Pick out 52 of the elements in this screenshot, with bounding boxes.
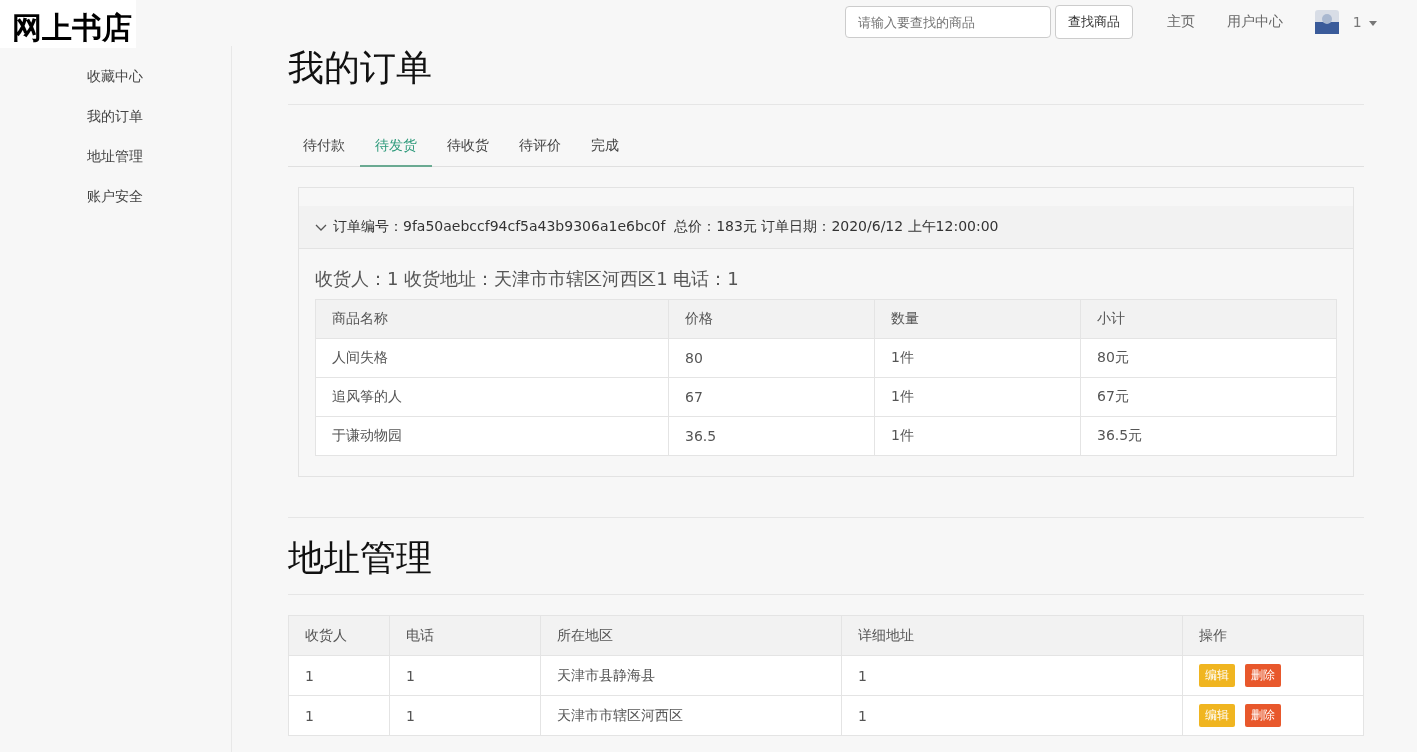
- search-field[interactable]: 请输入要查找的商品: [844, 6, 1051, 38]
- table-cell: 80元: [1080, 338, 1337, 378]
- table-cell: 1: [288, 655, 390, 696]
- caret-icon: [1369, 20, 1377, 26]
- tab[interactable]: 待评价: [504, 127, 576, 167]
- table-cell: 于谦动物园: [315, 416, 669, 456]
- column-header: 数量: [874, 299, 1081, 339]
- tab[interactable]: 待收货: [432, 127, 504, 167]
- tab[interactable]: 待付款: [288, 127, 360, 167]
- column-header: 价格: [668, 299, 875, 339]
- site-logo[interactable]: 网上书店: [0, 0, 136, 48]
- sidebar-item[interactable]: 地址管理: [86, 148, 143, 166]
- section-title: 地址管理: [288, 536, 1364, 595]
- column-header: 小计: [1080, 299, 1337, 339]
- table-cell: 80: [668, 338, 875, 378]
- tab[interactable]: 完成: [576, 127, 634, 167]
- table-cell: 1: [288, 695, 390, 736]
- sidebar-item[interactable]: 收藏中心: [86, 68, 143, 86]
- table-cell: 36.5: [668, 416, 875, 456]
- delete-button[interactable]: 删除: [1245, 704, 1281, 727]
- column-header: 详细地址: [841, 615, 1183, 656]
- table-cell: 1: [389, 695, 541, 736]
- table-cell: 1: [841, 655, 1183, 696]
- table-cell: 天津市市辖区河西区: [540, 695, 842, 736]
- table-cell: 1件: [874, 338, 1081, 378]
- column-header: 电话: [389, 615, 541, 656]
- search-button[interactable]: 查找商品: [1054, 5, 1133, 39]
- table-cell: 67: [668, 377, 875, 417]
- user-menu[interactable]: 1: [1342, 14, 1377, 30]
- delete-button[interactable]: 删除: [1245, 664, 1281, 687]
- table-cell: 天津市县静海县: [540, 655, 842, 696]
- table-cell: 67元: [1080, 377, 1337, 417]
- recipient-info: 收货人：1 收货地址：天津市市辖区河西区1 电话：1: [314, 267, 740, 291]
- table-cell: 36.5元: [1080, 416, 1337, 456]
- column-header: 收货人: [288, 615, 390, 656]
- avatar-icon[interactable]: [1314, 10, 1339, 34]
- order-summary: 订单编号：9fa50aebccf94cf5a43b9306a1e6bc0f 总价：183元 订单日期：2020/6/12 上午12:00:00: [333, 218, 999, 236]
- column-header: 商品名称: [315, 299, 669, 339]
- table-cell: 1件: [874, 377, 1081, 417]
- nav-link[interactable]: 主页: [1152, 13, 1209, 31]
- column-header: 所在地区: [540, 615, 842, 656]
- table-cell: 1: [389, 655, 541, 696]
- table-cell: 1: [841, 695, 1183, 736]
- sidebar-item[interactable]: 我的订单: [86, 108, 143, 126]
- column-header: 操作: [1182, 615, 1364, 656]
- nav-link[interactable]: 用户中心: [1212, 13, 1297, 31]
- order-header[interactable]: 订单编号：9fa50aebccf94cf5a43b9306a1e6bc0f 总价：183元 订单日期：2020/6/12 上午12:00:00: [299, 206, 1353, 249]
- table-cell: 1件: [874, 416, 1081, 456]
- table-cell: 人间失格: [315, 338, 669, 378]
- table-cell: 追风筝的人: [315, 377, 669, 417]
- section-title: 我的订单: [288, 46, 1364, 105]
- sidebar-item[interactable]: 账户安全: [86, 188, 143, 206]
